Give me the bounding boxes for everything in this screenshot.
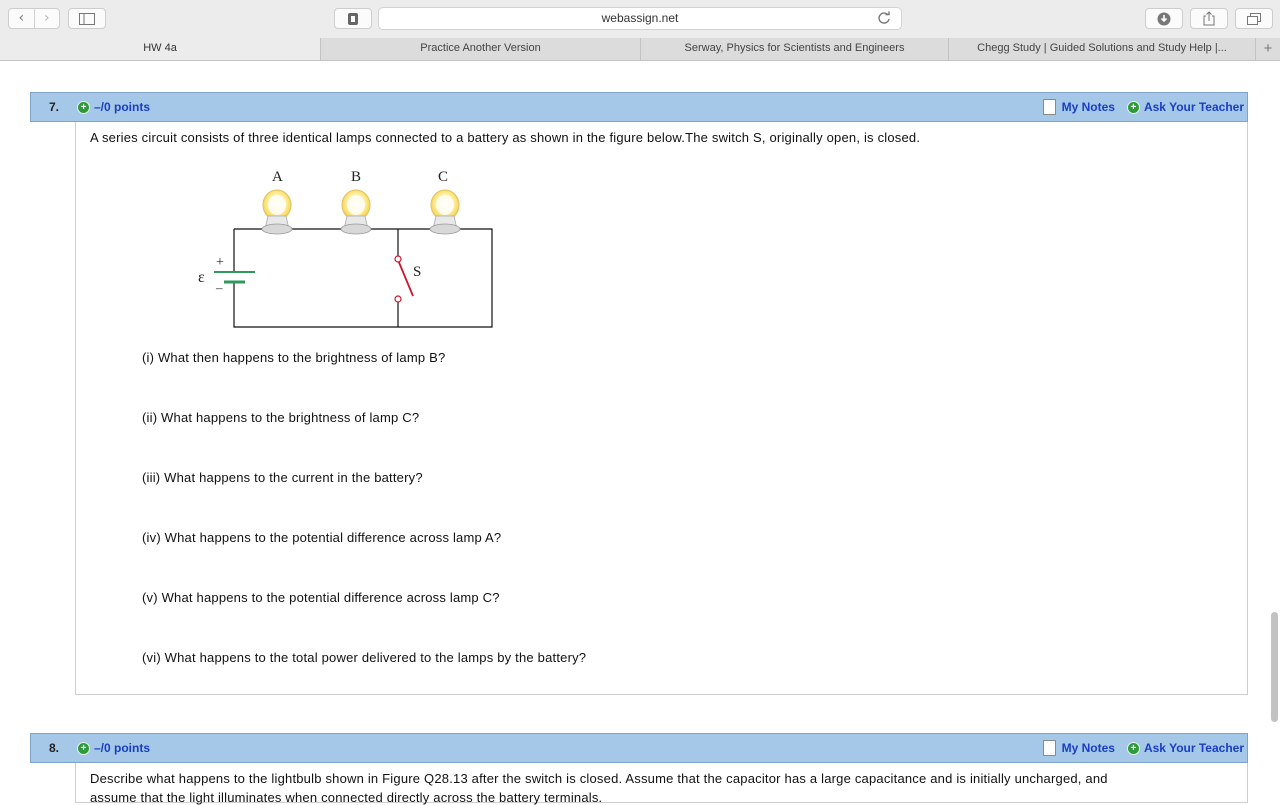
share-icon <box>1203 11 1215 26</box>
reload-icon[interactable] <box>877 11 891 25</box>
lamp-a-label: A <box>272 169 283 185</box>
url-text: webassign.net <box>601 11 679 25</box>
tab-practice[interactable]: Practice Another Version <box>321 38 641 60</box>
emf-label: ε <box>198 269 205 286</box>
my-notes-button[interactable]: My Notes <box>1042 740 1115 756</box>
question-number: 8. <box>48 741 59 755</box>
tab-bar: HW 4a Practice Another Version Serway, P… <box>0 38 1280 61</box>
tabs-icon <box>1247 12 1261 25</box>
subquestion-iv: (iv) What happens to the potential diffe… <box>142 530 502 545</box>
points-label: –/0 points <box>94 741 151 755</box>
ask-teacher-button[interactable]: + Ask Your Teacher <box>1126 741 1244 755</box>
battery-plus-label: + <box>216 255 224 270</box>
subquestion-i: (i) What then happens to the brightness … <box>142 350 446 365</box>
battery-minus-label: – <box>215 280 223 295</box>
sidebar-icon <box>79 12 95 25</box>
question-prompt-line2: assume that the light illuminates when c… <box>90 790 603 805</box>
browser-toolbar: ‹ › webassign.net <box>0 0 1280 39</box>
ask-teacher-label: Ask Your Teacher <box>1143 100 1244 114</box>
lamp-c <box>429 189 461 235</box>
lamp-b-label: B <box>351 169 361 185</box>
my-notes-label: My Notes <box>1061 741 1115 755</box>
lamp-a <box>261 189 293 235</box>
subquestion-v: (v) What happens to the potential differ… <box>142 590 500 605</box>
tab-serway[interactable]: Serway, Physics for Scientists and Engin… <box>641 38 949 60</box>
plus-icon: + <box>77 741 90 755</box>
points-link[interactable]: + –/0 points <box>77 741 150 755</box>
sidebar-button[interactable] <box>68 8 106 29</box>
circuit-wires <box>233 228 493 328</box>
plus-icon: + <box>1126 100 1140 114</box>
points-link[interactable]: + –/0 points <box>77 100 150 114</box>
tab-hw4a[interactable]: HW 4a <box>0 38 321 60</box>
address-bar[interactable]: webassign.net <box>378 7 902 30</box>
note-icon <box>1042 99 1056 115</box>
circuit-figure: + – ε S A B C <box>198 169 493 328</box>
lamp-b <box>340 189 372 235</box>
download-button[interactable] <box>1145 8 1183 29</box>
question-prompt: A series circuit consists of three ident… <box>90 130 921 145</box>
ask-teacher-label: Ask Your Teacher <box>1143 741 1244 755</box>
subquestion-iii: (iii) What happens to the current in the… <box>142 470 423 485</box>
share-button[interactable] <box>1190 8 1228 29</box>
tab-chegg[interactable]: Chegg Study | Guided Solutions and Study… <box>949 38 1256 60</box>
points-label: –/0 points <box>94 100 151 114</box>
new-tab-plus-icon[interactable]: + <box>1256 38 1280 60</box>
note-icon <box>1042 740 1056 756</box>
my-notes-label: My Notes <box>1061 100 1115 114</box>
back-icon[interactable]: ‹ <box>9 9 34 28</box>
switch-s <box>394 255 414 303</box>
plus-icon: + <box>77 100 90 114</box>
subquestion-vi: (vi) What happens to the total power del… <box>142 650 587 665</box>
plus-icon: + <box>1126 741 1140 755</box>
my-notes-button[interactable]: My Notes <box>1042 99 1115 115</box>
subquestion-ii: (ii) What happens to the brightness of l… <box>142 410 420 425</box>
download-icon <box>1157 12 1171 25</box>
question-header: 7. + –/0 points My Notes + Ask Your Teache… <box>30 92 1248 122</box>
evernote-icon <box>348 12 358 25</box>
question-prompt-line1: Describe what happens to the lightbulb s… <box>90 771 1108 786</box>
question-number: 7. <box>48 100 59 114</box>
forward-icon[interactable]: › <box>33 9 60 28</box>
evernote-button[interactable] <box>334 8 372 29</box>
lamp-c-label: C <box>438 169 448 185</box>
nav-buttons: ‹ › <box>8 8 60 29</box>
question-header: 8. + –/0 points My Notes + Ask Your Teache… <box>30 733 1248 763</box>
switch-label: S <box>413 264 421 280</box>
tabs-overview-button[interactable] <box>1235 8 1273 29</box>
scrollbar[interactable] <box>1271 612 1278 722</box>
ask-teacher-button[interactable]: + Ask Your Teacher <box>1126 100 1244 114</box>
